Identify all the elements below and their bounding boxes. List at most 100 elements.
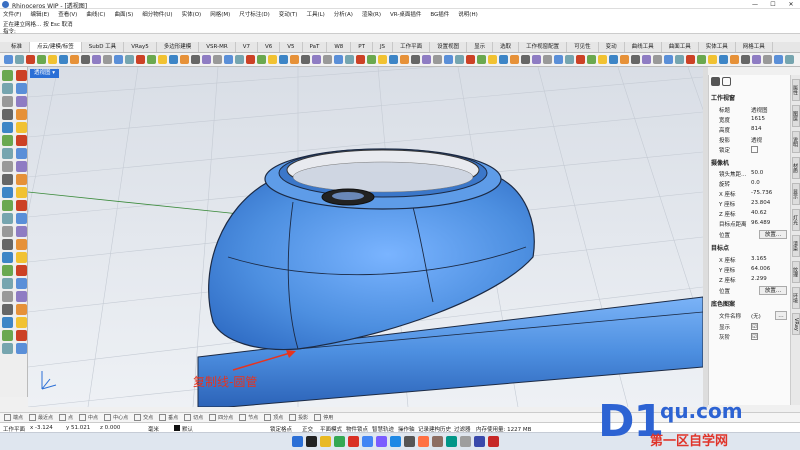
toolbar-tool-icon[interactable]: [4, 55, 13, 64]
left-tool-icon[interactable]: [16, 187, 27, 198]
toolbar-tool-icon[interactable]: [356, 55, 365, 64]
left-tool-icon[interactable]: [2, 317, 13, 328]
taskbar-app-icon[interactable]: [446, 436, 457, 447]
toolbar-tool-icon[interactable]: [202, 55, 211, 64]
toolbar-tool-icon[interactable]: [48, 55, 57, 64]
toolbar-tool-icon[interactable]: [521, 55, 530, 64]
menu-dimension[interactable]: 尺寸标注(D): [239, 10, 270, 18]
left-tool-icon[interactable]: [2, 122, 13, 133]
side-tab[interactable]: VRay: [792, 313, 800, 335]
toolbar-tool-icon[interactable]: [191, 55, 200, 64]
menu-tools[interactable]: 工具(L): [306, 10, 324, 18]
toolbar-tool-icon[interactable]: [15, 55, 24, 64]
toolbar-tool-icon[interactable]: [631, 55, 640, 64]
left-tool-icon[interactable]: [16, 330, 27, 341]
toolbar-tool-icon[interactable]: [488, 55, 497, 64]
toolbar-tool-icon[interactable]: [741, 55, 750, 64]
osnap-checkbox[interactable]: 四分点: [209, 414, 233, 421]
toolbar-tool-icon[interactable]: [345, 55, 354, 64]
toolbar-tool-icon[interactable]: [730, 55, 739, 64]
toolbar-tool-icon[interactable]: [224, 55, 233, 64]
menu-analyze[interactable]: 分析(A): [334, 10, 353, 18]
toolbar-tool-icon[interactable]: [565, 55, 574, 64]
toolbar-tool-icon[interactable]: [763, 55, 772, 64]
left-tool-icon[interactable]: [2, 109, 13, 120]
side-tab[interactable]: 图层: [792, 105, 800, 127]
toolbar-tool-icon[interactable]: [477, 55, 486, 64]
side-tab[interactable]: 纹理: [792, 261, 800, 283]
left-tool-icon[interactable]: [2, 239, 13, 250]
tab-v6[interactable]: V6: [258, 42, 281, 52]
toolbar-tool-icon[interactable]: [664, 55, 673, 64]
tab-v7[interactable]: V7: [236, 42, 258, 52]
osnap-checkbox[interactable]: 顶点: [264, 414, 283, 421]
toolbar-tool-icon[interactable]: [433, 55, 442, 64]
osnap-checkbox[interactable]: 中点: [79, 414, 98, 421]
left-tool-icon[interactable]: [16, 252, 27, 263]
toolbar-tool-icon[interactable]: [411, 55, 420, 64]
toolbar-tool-icon[interactable]: [290, 55, 299, 64]
left-tool-icon[interactable]: [16, 317, 27, 328]
show-checkbox[interactable]: ☑: [751, 323, 758, 330]
toolbar-tool-icon[interactable]: [444, 55, 453, 64]
left-tool-icon[interactable]: [16, 291, 27, 302]
toolbar-tool-icon[interactable]: [213, 55, 222, 64]
perspective-viewport[interactable]: 透视图 ▾ 复制线-圆管: [28, 67, 703, 407]
toolbar-tool-icon[interactable]: [136, 55, 145, 64]
toolbar-tool-icon[interactable]: [774, 55, 783, 64]
left-tool-icon[interactable]: [2, 252, 13, 263]
left-tool-icon[interactable]: [2, 174, 13, 185]
left-tool-icon[interactable]: [16, 96, 27, 107]
minimize-button[interactable]: —: [746, 0, 764, 9]
command-prompt[interactable]: 指令:: [3, 27, 16, 35]
taskbar-app-icon[interactable]: [348, 436, 359, 447]
viewport-label-tab[interactable]: 透视图 ▾: [30, 69, 60, 78]
left-tool-icon[interactable]: [2, 330, 13, 341]
osnap-checkbox[interactable]: 投影: [289, 414, 308, 421]
viewport-canvas[interactable]: [28, 67, 703, 407]
osnap-checkbox[interactable]: 最近点: [29, 414, 53, 421]
toolbar-tool-icon[interactable]: [554, 55, 563, 64]
tab-surface-tools[interactable]: 曲面工具: [662, 42, 699, 52]
toolbar-tool-icon[interactable]: [92, 55, 101, 64]
left-tool-icon[interactable]: [2, 291, 13, 302]
left-tool-icon[interactable]: [2, 265, 13, 276]
tab-w8[interactable]: W8: [327, 42, 352, 52]
tab-mesh-tools[interactable]: 网格工具: [736, 42, 773, 52]
taskbar-app-icon[interactable]: [404, 436, 415, 447]
tab-solid-tools[interactable]: 实体工具: [699, 42, 736, 52]
side-tab[interactable]: 说明: [792, 131, 800, 153]
osnap-checkbox[interactable]: 停用: [314, 414, 333, 421]
menu-help[interactable]: 说明(H): [458, 10, 477, 18]
menu-surface[interactable]: 曲面(S): [114, 10, 133, 18]
tab-js[interactable]: JS: [373, 42, 394, 52]
toolbar-tool-icon[interactable]: [389, 55, 398, 64]
toolbar-tool-icon[interactable]: [268, 55, 277, 64]
menu-file[interactable]: 文件(F): [3, 10, 21, 18]
left-tool-icon[interactable]: [16, 265, 27, 276]
grayscale-checkbox[interactable]: ☑: [751, 333, 758, 340]
lock-checkbox[interactable]: [751, 146, 758, 153]
toolbar-tool-icon[interactable]: [455, 55, 464, 64]
osnap-checkbox[interactable]: 中心点: [104, 414, 128, 421]
toolbar-tool-icon[interactable]: [103, 55, 112, 64]
left-tool-icon[interactable]: [2, 96, 13, 107]
camera-place-button[interactable]: 放置...: [759, 230, 787, 239]
menu-subd[interactable]: 细分物件(U): [142, 10, 172, 18]
left-tool-icon[interactable]: [16, 109, 27, 120]
tab-setview[interactable]: 设置视图: [430, 42, 468, 52]
browse-button[interactable]: …: [775, 311, 787, 320]
toolbar-tool-icon[interactable]: [180, 55, 189, 64]
menu-view[interactable]: 查看(V): [58, 10, 77, 18]
side-tab[interactable]: 灯光: [792, 209, 800, 231]
toolbar-tool-icon[interactable]: [70, 55, 79, 64]
toolbar-tool-icon[interactable]: [334, 55, 343, 64]
left-tool-icon[interactable]: [16, 135, 27, 146]
toolbar-tool-icon[interactable]: [543, 55, 552, 64]
taskbar-app-icon[interactable]: [474, 436, 485, 447]
target-place-button[interactable]: 放置...: [759, 286, 787, 295]
left-tool-icon[interactable]: [16, 239, 27, 250]
side-tab[interactable]: 材质: [792, 157, 800, 179]
taskbar-app-icon[interactable]: [334, 436, 345, 447]
left-tool-icon[interactable]: [16, 304, 27, 315]
